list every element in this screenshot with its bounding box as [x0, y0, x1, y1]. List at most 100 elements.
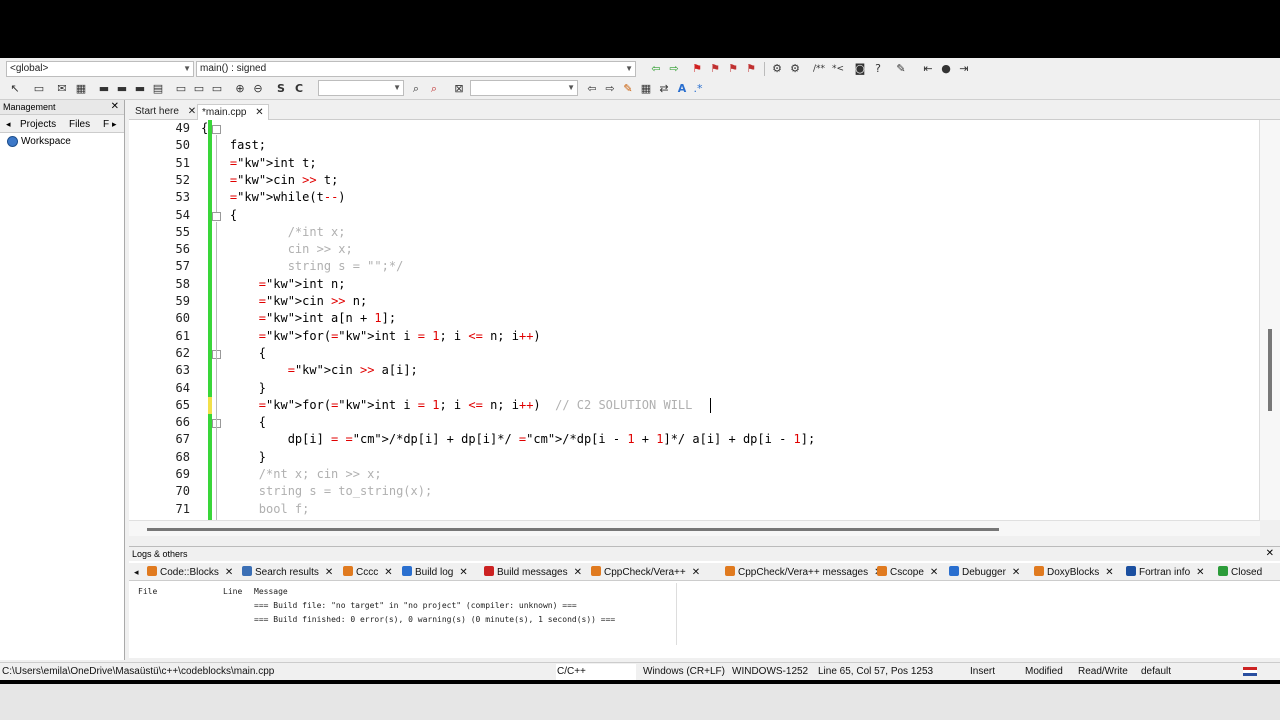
- target-select[interactable]: ▼: [318, 80, 404, 96]
- code-line[interactable]: string s = "";*/: [201, 259, 404, 273]
- prev-bookmark-icon[interactable]: ⚑: [707, 61, 723, 77]
- tab-main-cpp[interactable]: *main.cpp ✕: [197, 104, 269, 120]
- logs-tab[interactable]: Fortran info ✕: [1126, 565, 1205, 580]
- close-icon[interactable]: ✕: [188, 106, 196, 117]
- code-line[interactable]: /*nt x; cin >> x;: [201, 467, 382, 481]
- regex-icon[interactable]: .*: [690, 81, 706, 97]
- code-line[interactable]: string s = to_string(x);: [201, 484, 432, 498]
- block-comment-icon[interactable]: /**: [810, 61, 828, 77]
- code-line[interactable]: }: [201, 381, 266, 395]
- scroll-left-icon[interactable]: ◂: [134, 565, 139, 580]
- code-line[interactable]: ="kw">cin >> n;: [201, 294, 367, 308]
- toggle-bookmark-icon[interactable]: ⚑: [689, 61, 705, 77]
- close-icon[interactable]: ✕: [459, 567, 467, 578]
- function-select[interactable]: main() : signed ▼: [196, 61, 636, 77]
- find-icon[interactable]: ⌕: [426, 81, 442, 97]
- next-bookmark-icon[interactable]: ⚑: [725, 61, 741, 77]
- logs-tab[interactable]: CppCheck/Vera++ ✕: [591, 565, 700, 580]
- arrow-right-icon[interactable]: ⇨: [602, 81, 618, 97]
- stream-comment-icon[interactable]: *<: [830, 61, 846, 77]
- case-icon[interactable]: A: [674, 81, 690, 97]
- scope-select[interactable]: <global> ▼: [6, 61, 194, 77]
- code-line[interactable]: dp[i] = ="cm">/*dp[i] + dp[i]*/ ="cm">/*…: [201, 432, 816, 446]
- help-icon[interactable]: ?: [870, 61, 886, 77]
- rectangle-icon[interactable]: ▭: [31, 81, 47, 97]
- code-line[interactable]: bool f;: [201, 502, 310, 516]
- block3-icon[interactable]: ▭: [209, 81, 225, 97]
- code-line[interactable]: }: [201, 450, 266, 464]
- logs-tab[interactable]: Build messages ✕: [484, 565, 582, 580]
- horizontal-scrollbar[interactable]: [129, 520, 1260, 536]
- c-icon[interactable]: C: [291, 81, 307, 97]
- block2-icon[interactable]: ▭: [191, 81, 207, 97]
- code-line[interactable]: ="kw">for(="kw">int i = 1; i <= n; i++) …: [201, 398, 693, 412]
- align-right-icon[interactable]: ▬: [132, 81, 148, 97]
- search-icon[interactable]: ⌕: [408, 81, 424, 97]
- close-icon[interactable]: ✕: [1012, 567, 1020, 578]
- clear-icon[interactable]: ⊠: [451, 81, 467, 97]
- abbreviations-icon[interactable]: ◙: [852, 61, 868, 77]
- logs-tab[interactable]: Code::Blocks ✕: [147, 565, 233, 580]
- close-icon[interactable]: ✕: [930, 567, 938, 578]
- scroll-thumb[interactable]: [1268, 329, 1272, 411]
- tab-files[interactable]: Files: [69, 119, 90, 130]
- logs-tab[interactable]: Cccc ✕: [343, 565, 393, 580]
- close-icon[interactable]: ✕: [1105, 567, 1113, 578]
- align-left-icon[interactable]: ▬: [96, 81, 112, 97]
- code-line[interactable]: {: [201, 346, 266, 360]
- uncomment-icon[interactable]: ⚙: [787, 61, 803, 77]
- scroll-left-icon[interactable]: ◂: [6, 119, 11, 130]
- search-combo[interactable]: ▼: [470, 80, 578, 96]
- table-row[interactable]: === Build finished: 0 error(s), 0 warnin…: [254, 615, 615, 624]
- close-icon[interactable]: ✕: [1266, 547, 1274, 561]
- close-icon[interactable]: ✕: [255, 107, 263, 118]
- align-center-icon[interactable]: ▬: [114, 81, 130, 97]
- diagram-icon[interactable]: ▦: [73, 81, 89, 97]
- close-icon[interactable]: ✕: [325, 567, 333, 578]
- highlight-icon[interactable]: ✎: [620, 81, 636, 97]
- code-line[interactable]: cin >> x;: [201, 242, 353, 256]
- logs-tab[interactable]: Build log ✕: [402, 565, 468, 580]
- envelope-icon[interactable]: ✉: [54, 81, 70, 97]
- comment-icon[interactable]: ⚙: [769, 61, 785, 77]
- code-line[interactable]: {: [201, 121, 208, 135]
- record-icon[interactable]: ●: [938, 61, 954, 77]
- scroll-right-icon[interactable]: ▸: [112, 119, 117, 130]
- workspace-node[interactable]: Workspace: [7, 136, 71, 147]
- next-item-icon[interactable]: ⇥: [956, 61, 972, 77]
- s-icon[interactable]: S: [273, 81, 289, 97]
- code-line[interactable]: fast;: [201, 138, 266, 152]
- tab-more[interactable]: F: [103, 119, 109, 130]
- logs-tab[interactable]: Closed: [1218, 565, 1262, 580]
- replace-icon[interactable]: ⇄: [656, 81, 672, 97]
- code-line[interactable]: ="kw">int t;: [201, 156, 317, 170]
- prev-item-icon[interactable]: ⇤: [920, 61, 936, 77]
- close-icon[interactable]: ✕: [384, 567, 392, 578]
- code-line[interactable]: ="kw">int n;: [201, 277, 346, 291]
- zoom-out-icon[interactable]: ⊖: [250, 81, 266, 97]
- close-icon[interactable]: ✕: [1196, 567, 1204, 578]
- logs-tab[interactable]: DoxyBlocks ✕: [1034, 565, 1114, 580]
- close-icon[interactable]: ✕: [225, 567, 233, 578]
- code-line[interactable]: ="kw">int a[n + 1];: [201, 311, 396, 325]
- block-icon[interactable]: ▭: [173, 81, 189, 97]
- select-pointer-icon[interactable]: ↖: [7, 81, 23, 97]
- tab-start-here[interactable]: Start here ✕: [131, 104, 200, 120]
- code-line[interactable]: {: [201, 415, 266, 429]
- close-icon[interactable]: ✕: [692, 567, 700, 578]
- arrow-left-icon[interactable]: ⇦: [584, 81, 600, 97]
- logs-tab[interactable]: Cscope ✕: [877, 565, 938, 580]
- clear-bookmarks-icon[interactable]: ⚑: [743, 61, 759, 77]
- logs-tab[interactable]: Search results ✕: [242, 565, 333, 580]
- code-line[interactable]: ="kw">while(t--): [201, 190, 346, 204]
- vertical-scrollbar[interactable]: [1260, 120, 1280, 520]
- tab-projects[interactable]: Projects: [20, 119, 56, 130]
- wrench-icon[interactable]: ✎: [893, 61, 909, 77]
- logs-tab[interactable]: Debugger ✕: [949, 565, 1020, 580]
- jump-back-icon[interactable]: ⇦: [648, 61, 664, 77]
- code-line[interactable]: /*int x;: [201, 225, 346, 239]
- logs-tab[interactable]: CppCheck/Vera++ messages✕: [725, 565, 882, 580]
- jump-forward-icon[interactable]: ⇨: [666, 61, 682, 77]
- code-line[interactable]: ="kw">cin >> a[i];: [201, 363, 418, 377]
- code-line[interactable]: ="kw">cin >> t;: [201, 173, 338, 187]
